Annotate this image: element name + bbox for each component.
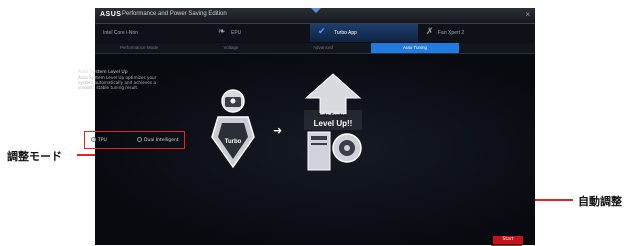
- tab-cpu[interactable]: Intel Core i-Nnn: [95, 24, 200, 42]
- tab-epu-label: EPU: [231, 30, 242, 36]
- badge-label: Turbo: [225, 139, 242, 145]
- turbo-badge-illustration: Turbo: [211, 89, 255, 169]
- radio-tpu[interactable]: TPU: [91, 137, 107, 145]
- tab-turbo-app[interactable]: ✔ Turbo App: [310, 24, 418, 42]
- collapse-notch-icon[interactable]: [311, 8, 321, 13]
- subtab-auto-tuning[interactable]: Auto Tuning: [371, 43, 459, 53]
- brand-logo: ASUS: [100, 11, 122, 18]
- tab-fan-xpert-label: Fan Xpert 2: [438, 30, 465, 36]
- subtab-voltage[interactable]: Voltage: [187, 43, 275, 53]
- arrow-right-icon: ➜: [273, 124, 283, 137]
- tab-cpu-label: Intel Core i-Nnn: [103, 30, 139, 36]
- tab-epu[interactable]: ❧ EPU: [200, 24, 305, 42]
- radio-dual-intelligent[interactable]: Dual Intelligent: [137, 137, 178, 145]
- sub-tabs: Performance Mode Voltage Advanced Auto T…: [95, 43, 535, 54]
- radio-unselected-icon: [137, 137, 142, 142]
- check-wing-icon: ✔: [318, 26, 326, 36]
- radio-dual-label: Dual Intelligent: [144, 138, 179, 143]
- radio-tpu-label: TPU: [98, 138, 107, 143]
- radio-selected-icon: [91, 137, 96, 142]
- banner-line2: Level Up!!: [314, 119, 353, 128]
- start-button[interactable]: Start: [493, 236, 523, 244]
- fan-icon: ✗: [426, 26, 434, 36]
- level-up-illustration: Auto System Level Up!!: [304, 73, 362, 171]
- leaf-icon: ❧: [218, 26, 226, 36]
- main-tabs: Intel Core i-Nnn ❧ EPU ✔ Turbo App ✗ Fan…: [95, 24, 535, 42]
- tuning-mode-callout-label: 調整モード: [7, 150, 62, 163]
- description-body: Auto System Level Up optimizes your syst…: [78, 75, 157, 90]
- subtab-advanced[interactable]: Advanced: [279, 43, 367, 53]
- auto-tuning-callout-label: 自動調整: [578, 195, 622, 208]
- tuning-mode-group: TPU Dual Intelligent: [84, 131, 185, 149]
- tab-turbo-app-label: Turbo App: [334, 30, 357, 36]
- tab-fan-xpert[interactable]: ✗ Fan Xpert 2: [418, 24, 535, 42]
- subtab-performance[interactable]: Performance Mode: [95, 43, 183, 53]
- title-bar: ASUS Performance and Power Saving Editio…: [95, 8, 535, 24]
- window-title: Performance and Power Saving Edition: [122, 11, 227, 17]
- close-icon[interactable]: ×: [525, 10, 530, 19]
